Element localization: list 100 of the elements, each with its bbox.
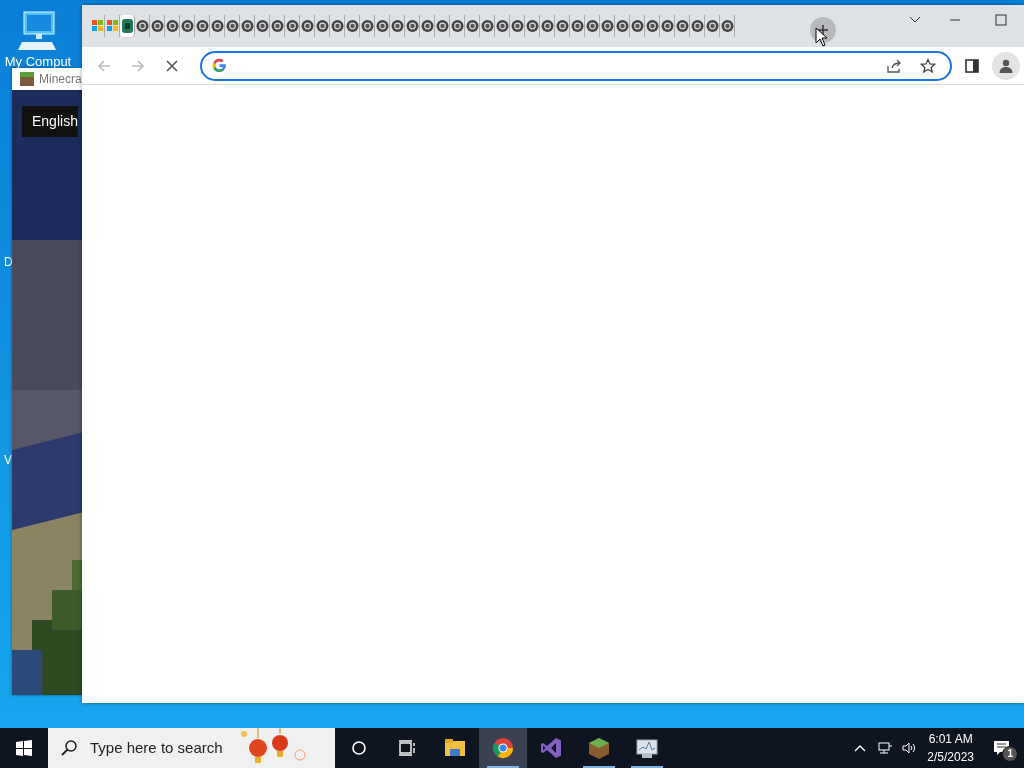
maximize-icon xyxy=(995,14,1007,26)
chrome-icon xyxy=(492,737,514,759)
tab[interactable] xyxy=(195,15,210,37)
chrome-icon xyxy=(660,19,674,33)
chrome-icon xyxy=(540,19,554,33)
icon-label[interactable]: D xyxy=(4,253,13,271)
chrome-icon xyxy=(270,19,284,33)
tab[interactable] xyxy=(645,15,660,37)
tab[interactable] xyxy=(345,15,360,37)
tab[interactable] xyxy=(690,15,705,37)
tab[interactable] xyxy=(150,15,165,37)
address-bar[interactable] xyxy=(200,50,952,81)
tab[interactable] xyxy=(525,15,540,37)
grass-block-icon xyxy=(20,72,34,86)
circle-icon xyxy=(351,740,367,756)
tab[interactable] xyxy=(450,15,465,37)
tab[interactable] xyxy=(600,15,615,37)
person-icon xyxy=(998,57,1014,74)
search-field[interactable]: Type here to search xyxy=(88,735,228,761)
windows-logo-icon xyxy=(90,19,104,33)
forward-icon xyxy=(130,57,146,74)
tab[interactable] xyxy=(360,15,375,37)
folder-icon xyxy=(444,737,466,759)
tab[interactable] xyxy=(630,15,645,37)
chrome-icon xyxy=(315,19,329,33)
windows-logo-icon xyxy=(105,19,119,33)
tab[interactable] xyxy=(720,15,735,37)
chrome-icon xyxy=(135,19,149,33)
chrome-icon xyxy=(255,19,269,33)
tab[interactable] xyxy=(210,15,225,37)
chrome-icon xyxy=(630,19,644,33)
tab[interactable] xyxy=(555,15,570,37)
search-box[interactable]: Type here to search xyxy=(48,728,335,768)
chrome-icon xyxy=(360,19,374,33)
chrome-icon xyxy=(525,19,539,33)
tab[interactable] xyxy=(375,15,390,37)
chrome-icon xyxy=(150,19,164,33)
grass-block-icon xyxy=(588,737,610,759)
tab[interactable] xyxy=(300,15,315,37)
tab[interactable] xyxy=(120,15,135,37)
chrome-icon xyxy=(480,19,494,33)
tab[interactable] xyxy=(180,15,195,37)
task-view-icon xyxy=(398,740,416,756)
tab[interactable] xyxy=(315,15,330,37)
tab[interactable] xyxy=(480,15,495,37)
tab[interactable] xyxy=(510,15,525,37)
tab[interactable] xyxy=(585,15,600,37)
windows-logo-icon xyxy=(16,740,32,756)
app-icon xyxy=(120,19,134,33)
share-icon xyxy=(886,57,902,74)
tab[interactable] xyxy=(420,15,435,37)
tab[interactable] xyxy=(675,15,690,37)
tab[interactable] xyxy=(570,15,585,37)
language-button[interactable]: English xyxy=(22,106,78,137)
chrome-icon xyxy=(435,19,449,33)
network-icon xyxy=(877,741,894,755)
profile-button[interactable] xyxy=(992,51,1020,80)
plus-icon xyxy=(817,24,829,36)
chrome-icon xyxy=(675,19,689,33)
chrome-icon xyxy=(195,19,209,33)
window-title: Minecra xyxy=(39,71,82,88)
tab[interactable] xyxy=(435,15,450,37)
tab[interactable] xyxy=(405,15,420,37)
google-icon xyxy=(212,58,227,73)
tab[interactable] xyxy=(240,15,255,37)
chrome-icon xyxy=(210,19,224,33)
chrome-icon xyxy=(405,19,419,33)
tab[interactable] xyxy=(660,15,675,37)
chrome-icon xyxy=(285,19,299,33)
chrome-icon xyxy=(570,19,584,33)
chrome-icon xyxy=(300,19,314,33)
tab[interactable] xyxy=(330,15,345,37)
tab[interactable] xyxy=(540,15,555,37)
tab[interactable] xyxy=(255,15,270,37)
back-icon xyxy=(96,57,112,74)
tab[interactable] xyxy=(165,15,180,37)
chrome-icon xyxy=(345,19,359,33)
chrome-icon xyxy=(450,19,464,33)
close-icon xyxy=(164,57,180,74)
tab[interactable] xyxy=(495,15,510,37)
visual-studio-icon xyxy=(540,737,562,759)
icon-label[interactable]: My Comput xyxy=(4,52,72,72)
tab[interactable] xyxy=(285,15,300,37)
chrome-icon xyxy=(420,19,434,33)
tab[interactable] xyxy=(390,15,405,37)
chrome-icon xyxy=(615,19,629,33)
chrome-icon xyxy=(390,19,404,33)
tab[interactable] xyxy=(705,15,720,37)
tab[interactable] xyxy=(465,15,480,37)
tab[interactable] xyxy=(135,15,150,37)
chrome-icon xyxy=(240,19,254,33)
chrome-icon xyxy=(330,19,344,33)
tab[interactable] xyxy=(270,15,285,37)
chrome-icon xyxy=(690,19,704,33)
tab[interactable] xyxy=(225,15,240,37)
tab[interactable] xyxy=(615,15,630,37)
clock-button[interactable]: 6:01 AM 2/5/2023 xyxy=(921,728,980,768)
chrome-icon xyxy=(510,19,524,33)
notification-count: 1 xyxy=(1002,746,1018,762)
notifications-button[interactable]: 1 xyxy=(980,728,1024,768)
